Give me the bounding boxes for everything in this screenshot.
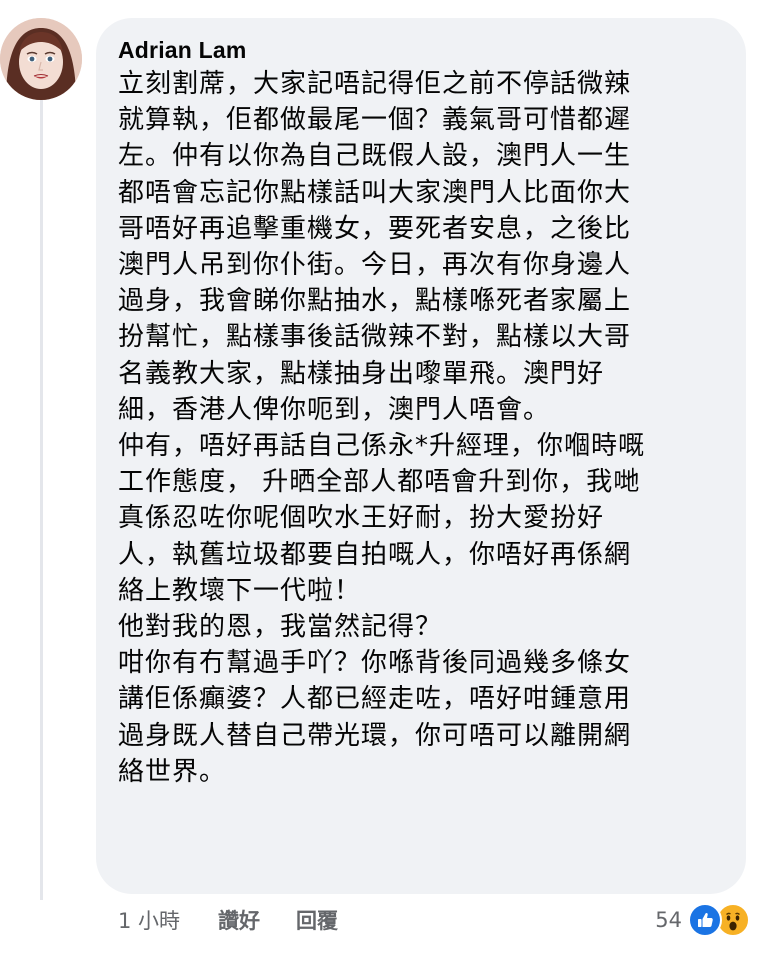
comment-line: 細，香港人俾你呃到，澳門人唔會。 — [118, 394, 551, 425]
comment-line: 過身既人替自己帶光環，你可唔可以離開網 — [118, 720, 632, 751]
comment-line: 仲有，唔好再話自己係永*升經理，你嗰時嘅 — [118, 431, 646, 462]
comment-text: 立刻割蓆，大家記唔記得佢之前不停話微辣 就算執，佢都做最尾一個？義氣哥可惜都遲 … — [118, 66, 724, 790]
comment-line: 立刻割蓆，大家記唔記得佢之前不停話微辣 — [118, 69, 632, 99]
comment-line: 工作態度， 升晒全部人都唔會升到你，我哋 — [118, 467, 641, 498]
like-button[interactable]: 讚好 — [218, 905, 260, 935]
comment-line: 都唔會忘記你點樣話叫大家澳門人比面你大 — [118, 177, 632, 208]
reactions-summary[interactable]: 54 — [655, 902, 750, 938]
avatar[interactable] — [0, 18, 82, 100]
comment-timestamp[interactable]: 1 小時 — [118, 905, 180, 935]
comment-line: 他對我的恩，我當然記得？ — [118, 612, 443, 643]
comment-line: 真係忍咗你呢個吹水王好耐，扮大愛扮好 — [118, 503, 605, 534]
comment-bubble: Adrian Lam 立刻割蓆，大家記唔記得佢之前不停話微辣 就算執，佢都做最尾… — [96, 18, 746, 894]
comment-line: 絡世界。 — [118, 756, 227, 787]
reaction-count: 54 — [655, 908, 682, 932]
thread-line — [40, 100, 43, 900]
comment-line: 扮幫忙，點樣事後話微辣不對，點樣以大哥 — [118, 322, 632, 353]
comment-line: 講佢係癲婆？人都已經走咗，唔好咁鍾意用 — [118, 684, 632, 715]
comment-line: 名義教大家，點樣抽身出嚟單飛。澳門好 — [118, 358, 605, 389]
like-icon — [688, 903, 722, 937]
comment-line: 過身，我會睇你點抽水，點樣喺死者家屬上 — [118, 286, 632, 317]
comment-line: 左。仲有以你為自己既假人設，澳門人一生 — [118, 141, 632, 172]
comment-line: 澳門人吊到你仆街。今日，再次有你身邊人 — [118, 250, 632, 281]
comment-actions: 1 小時 讚好 回覆 — [118, 905, 338, 935]
comment-line: 就算執，佢都做最尾一個？義氣哥可惜都遲 — [118, 105, 632, 136]
comment-line: 哥唔好再追擊重機女，要死者安息，之後比 — [118, 213, 632, 244]
comment-line: 人，執舊垃圾都要自拍嘅人，你唔好再係網 — [118, 539, 632, 570]
comment-line: 絡上教壞下一代啦！ — [118, 575, 362, 606]
reply-button[interactable]: 回覆 — [296, 905, 338, 935]
comment-line: 咁你有冇幫過手吖？你喺背後同過幾多條女 — [118, 648, 632, 679]
comment-author[interactable]: Adrian Lam — [118, 36, 724, 64]
